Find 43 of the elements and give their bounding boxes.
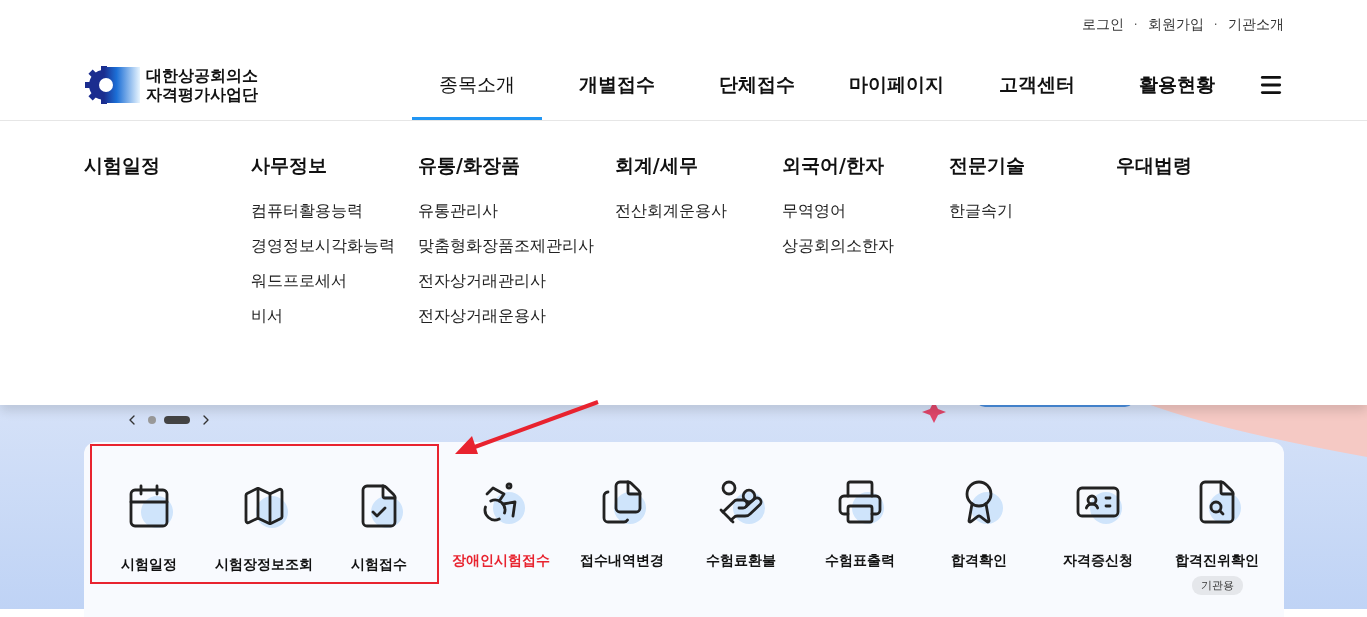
badge: 기관용 <box>1191 576 1243 595</box>
menu-link[interactable]: 경영정보시각화능력 <box>250 236 418 271</box>
menu-category[interactable]: 사무정보 <box>250 153 418 179</box>
quick-menu-item[interactable]: 시험접수 <box>321 446 437 582</box>
nav-tab[interactable]: 단체접수 <box>691 50 822 120</box>
menu-link[interactable]: 무역영어 <box>781 201 950 236</box>
menu-link[interactable]: 워드프로세서 <box>250 271 418 306</box>
menu-category[interactable]: 회계/세무 <box>614 153 782 179</box>
gear-logo-icon <box>83 65 140 105</box>
top-link[interactable]: 회원가입 <box>1147 16 1204 34</box>
menu-link[interactable]: 상공회의소한자 <box>781 236 950 271</box>
nav-tab[interactable]: 고객센터 <box>971 50 1102 120</box>
menu-link[interactable]: 유통관리사 <box>417 201 615 236</box>
carousel-dot[interactable] <box>147 415 156 424</box>
menu-category[interactable]: 유통/화장품 <box>417 153 615 179</box>
quick-menu-item[interactable]: 수험료환불 <box>681 442 801 570</box>
quick-menu-item[interactable]: 장애인시험접수 <box>438 442 563 570</box>
nav-tab[interactable]: 개별접수 <box>551 50 682 120</box>
menu-category[interactable]: 외국어/한자 <box>781 153 950 179</box>
logo-text[interactable]: 대한상공회의소 자격평가사업단 <box>145 66 258 104</box>
menu-link[interactable]: 컴퓨터활용능력 <box>250 201 418 236</box>
nav-tab[interactable]: 활용현황 <box>1111 50 1242 120</box>
quick-menu-item[interactable]: 합격진위확인 기관용 <box>1157 442 1277 595</box>
menu-link[interactable]: 한글속기 <box>949 201 1117 236</box>
menu-link[interactable]: 맞춤형화장품조제관리사 <box>417 236 615 271</box>
menu-category[interactable]: 우대법령 <box>1116 153 1284 179</box>
quick-menu-item[interactable]: 시험장정보조회 <box>206 446 322 582</box>
top-link[interactable]: 기관소개 <box>1227 16 1284 34</box>
quick-menu-item[interactable]: 접수내역변경 <box>562 442 682 570</box>
menu-category[interactable]: 전문기술 <box>949 153 1117 179</box>
menu-link[interactable]: 전산회계운용사 <box>614 201 782 236</box>
quick-menu-item[interactable]: 합격확인 <box>919 442 1039 570</box>
quick-menu-item[interactable]: 수험표출력 <box>800 442 920 570</box>
nav-tab[interactable]: 마이페이지 <box>831 50 962 120</box>
menu-link[interactable]: 전자상거래관리사 <box>417 271 615 306</box>
menu-link[interactable]: 전자상거래운용사 <box>417 306 615 341</box>
top-link[interactable]: 로그인 <box>1081 16 1124 34</box>
menu-link[interactable]: 비서 <box>250 306 418 341</box>
menu-category[interactable]: 시험일정 <box>83 153 251 179</box>
quick-menu-item[interactable]: 자격증신청 <box>1038 442 1158 570</box>
quick-menu-item[interactable]: 시험일정 <box>91 446 207 582</box>
separator-dot: · <box>1133 18 1138 32</box>
separator-dot: · <box>1213 18 1218 32</box>
